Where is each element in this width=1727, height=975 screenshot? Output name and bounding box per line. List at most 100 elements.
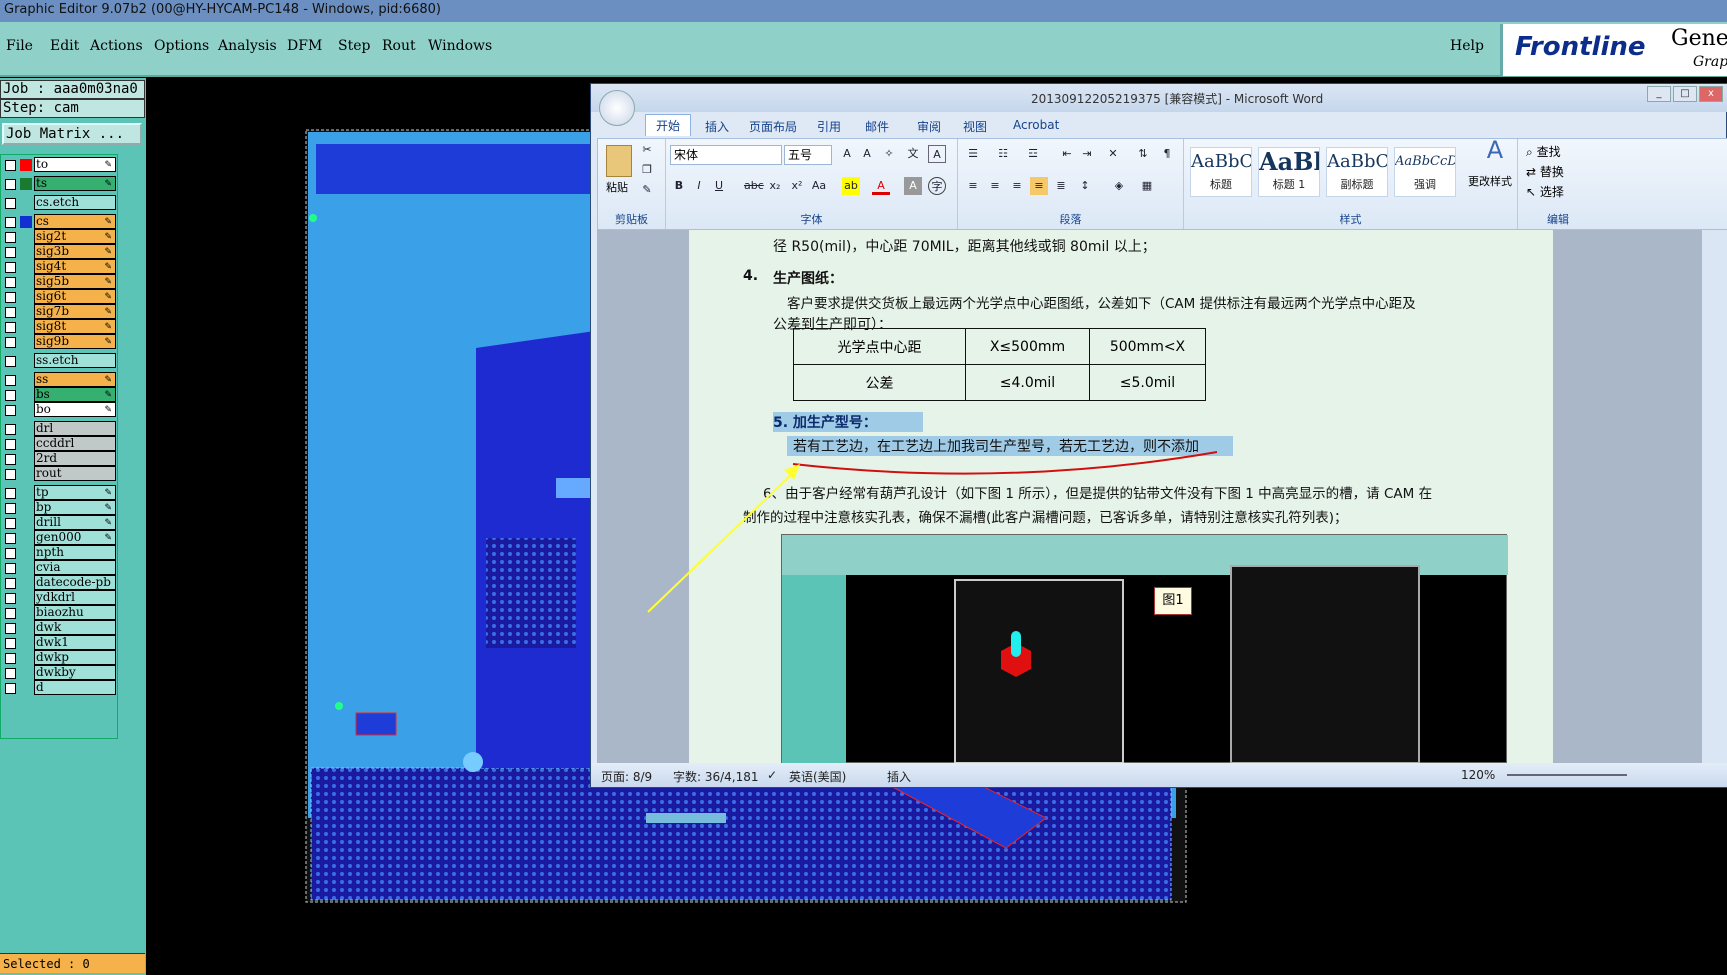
tab-1[interactable]: 插入: [705, 118, 729, 135]
layer-row-npth[interactable]: npth: [1, 545, 119, 561]
layer-row-sig8t[interactable]: sig8t ✎: [1, 319, 119, 335]
style-gallery-item[interactable]: AaBbC 副标题: [1326, 147, 1388, 197]
tab-2[interactable]: 页面布局: [749, 118, 797, 135]
justify-icon[interactable]: ≡: [1030, 177, 1048, 195]
layer-row-biaozhu[interactable]: biaozhu: [1, 605, 119, 621]
layer-row-datecode-pb[interactable]: datecode-pb: [1, 575, 119, 591]
layer-checkbox[interactable]: [5, 277, 16, 288]
layer-checkbox[interactable]: [5, 638, 16, 649]
status-language[interactable]: 英语(美国): [789, 768, 846, 785]
layer-name[interactable]: cvia: [34, 560, 116, 575]
layer-row-drill[interactable]: drill ✎: [1, 515, 119, 531]
layer-name[interactable]: tp ✎: [34, 485, 116, 500]
layer-checkbox[interactable]: [5, 578, 16, 589]
layer-row-ccddrl[interactable]: ccddrl: [1, 436, 119, 452]
job-matrix-button[interactable]: Job Matrix ...: [2, 123, 142, 145]
layer-checkbox[interactable]: [5, 548, 16, 559]
italic-icon[interactable]: I: [690, 177, 708, 195]
menu-options[interactable]: Options: [154, 38, 209, 54]
bold-icon[interactable]: B: [670, 177, 688, 195]
layer-checkbox[interactable]: [5, 563, 16, 574]
layer-name[interactable]: 2rd: [34, 451, 116, 466]
layer-checkbox[interactable]: [5, 518, 16, 529]
format-painter-icon[interactable]: ✎: [638, 181, 656, 199]
layer-row-dwkp[interactable]: dwkp: [1, 650, 119, 666]
layer-checkbox[interactable]: [5, 608, 16, 619]
layer-checkbox[interactable]: [5, 292, 16, 303]
layer-name[interactable]: drill ✎: [34, 515, 116, 530]
layer-name[interactable]: sig4t ✎: [34, 259, 116, 274]
sort-icon[interactable]: ⇅: [1134, 145, 1152, 163]
layer-checkbox[interactable]: [5, 390, 16, 401]
bullets-icon[interactable]: ☰: [964, 145, 982, 163]
layer-row-cs.etch[interactable]: cs.etch: [1, 195, 119, 211]
layer-name[interactable]: sig7b ✎: [34, 304, 116, 319]
tab-6[interactable]: 视图: [963, 118, 987, 135]
font-name-select[interactable]: 宋体: [670, 145, 782, 165]
find-button[interactable]: ⌕ 查找: [1526, 143, 1561, 160]
status-words[interactable]: 字数: 36/4,181: [673, 768, 759, 785]
tab-5[interactable]: 审阅: [917, 118, 941, 135]
layer-name[interactable]: ccddrl: [34, 436, 116, 451]
layer-row-ss.etch[interactable]: ss.etch: [1, 353, 119, 369]
align-center-icon[interactable]: ≡: [986, 177, 1004, 195]
layer-row-dwk[interactable]: dwk: [1, 620, 119, 636]
select-button[interactable]: ↖ 选择: [1526, 183, 1564, 200]
grow-font-icon[interactable]: A: [838, 145, 856, 163]
layer-name[interactable]: sig2t ✎: [34, 229, 116, 244]
layer-checkbox[interactable]: [5, 439, 16, 450]
layer-name[interactable]: ts ✎: [34, 176, 116, 191]
numbering-icon[interactable]: ☷: [994, 145, 1012, 163]
office-button[interactable]: [599, 90, 635, 126]
layer-row-2rd[interactable]: 2rd: [1, 451, 119, 467]
asian-layout-icon[interactable]: ✕: [1104, 145, 1122, 163]
layer-row-dwk1[interactable]: dwk1: [1, 635, 119, 651]
layer-checkbox[interactable]: [5, 683, 16, 694]
layer-name[interactable]: datecode-pb: [34, 575, 116, 590]
menu-analysis[interactable]: Analysis: [218, 38, 277, 54]
subscript-icon[interactable]: x₂: [766, 177, 784, 195]
layer-row-ydkdrl[interactable]: ydkdrl: [1, 590, 119, 606]
align-left-icon[interactable]: ≡: [964, 177, 982, 195]
layer-checkbox[interactable]: [5, 668, 16, 679]
layer-checkbox[interactable]: [5, 160, 16, 171]
vertical-scrollbar[interactable]: [1702, 230, 1727, 763]
layer-checkbox[interactable]: [5, 198, 16, 209]
layer-name[interactable]: sig9b ✎: [34, 334, 116, 349]
tab-4[interactable]: 邮件: [865, 118, 889, 135]
superscript-icon[interactable]: x²: [788, 177, 806, 195]
layer-name[interactable]: ss ✎: [34, 372, 116, 387]
layer-name[interactable]: dwk1: [34, 635, 116, 650]
clear-format-icon[interactable]: ✧: [880, 145, 898, 163]
menu-dfm[interactable]: DFM: [287, 38, 322, 54]
layer-name[interactable]: npth: [34, 545, 116, 560]
layer-row-drl[interactable]: drl: [1, 421, 119, 437]
layer-checkbox[interactable]: [5, 424, 16, 435]
layer-checkbox[interactable]: [5, 262, 16, 273]
document-area[interactable]: 径 R50(mil)，中心距 70MIL，距离其他线或铜 80mil 以上； 4…: [597, 230, 1727, 763]
layer-row-cvia[interactable]: cvia: [1, 560, 119, 576]
menu-edit[interactable]: Edit: [50, 38, 79, 54]
menu-actions[interactable]: Actions: [90, 38, 143, 54]
layer-name[interactable]: d: [34, 680, 116, 695]
layer-checkbox[interactable]: [5, 469, 16, 480]
layer-row-sig2t[interactable]: sig2t ✎: [1, 229, 119, 245]
layer-row-bs[interactable]: bs ✎: [1, 387, 119, 403]
font-size-select[interactable]: 五号: [784, 145, 832, 165]
layer-checkbox[interactable]: [5, 247, 16, 258]
layer-row-ss[interactable]: ss ✎: [1, 372, 119, 388]
layer-name[interactable]: dwkby: [34, 665, 116, 680]
layer-row-sig3b[interactable]: sig3b ✎: [1, 244, 119, 260]
decrease-indent-icon[interactable]: ⇤: [1058, 145, 1076, 163]
line-spacing-icon[interactable]: ↕: [1076, 177, 1094, 195]
style-gallery-item[interactable]: AaBl 标题 1: [1258, 147, 1320, 197]
underline-icon[interactable]: U: [710, 177, 728, 195]
copy-icon[interactable]: ❐: [638, 161, 656, 179]
increase-indent-icon[interactable]: ⇥: [1078, 145, 1096, 163]
status-page[interactable]: 页面: 8/9: [601, 768, 652, 785]
layer-checkbox[interactable]: [5, 593, 16, 604]
layer-checkbox[interactable]: [5, 375, 16, 386]
layer-name[interactable]: dwkp: [34, 650, 116, 665]
tab-3[interactable]: 引用: [817, 118, 841, 135]
replace-button[interactable]: ⇄ 替换: [1526, 163, 1564, 180]
